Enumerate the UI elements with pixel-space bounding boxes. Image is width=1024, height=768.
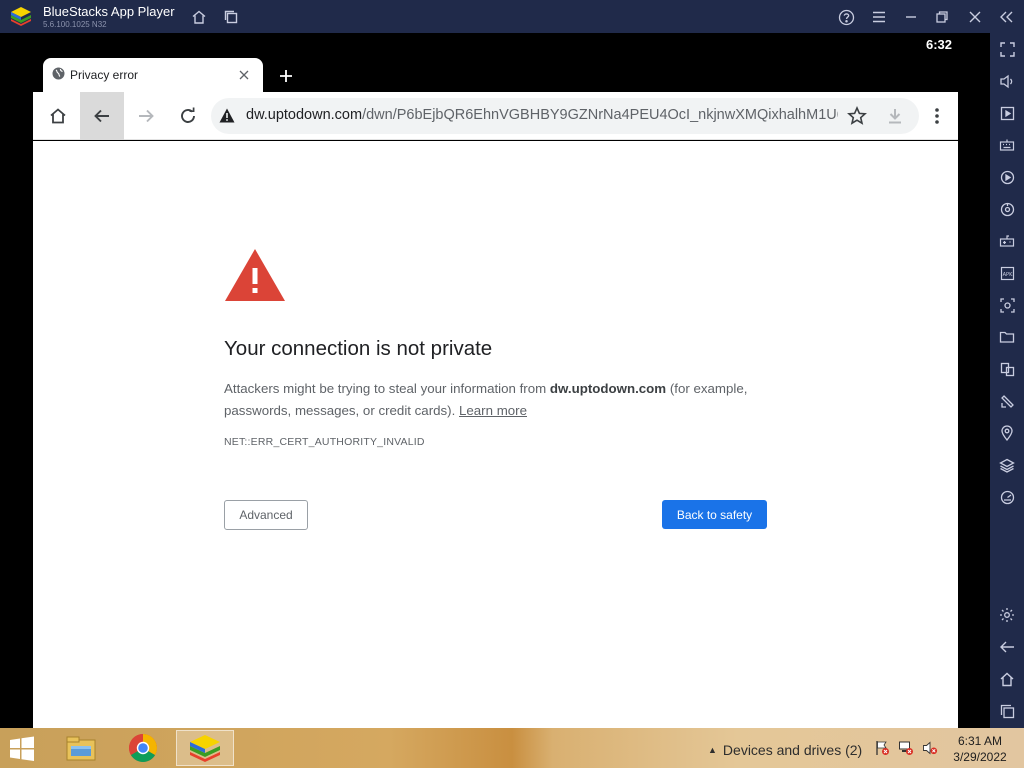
home-button[interactable] (36, 92, 80, 140)
back-icon[interactable] (997, 637, 1017, 657)
action-center-flag-icon[interactable] (874, 740, 890, 756)
volume-muted-icon[interactable] (922, 740, 938, 756)
new-tab-icon[interactable] (275, 65, 297, 87)
system-time: 6:31 AM (957, 734, 1003, 748)
error-heading: Your connection is not private (224, 337, 493, 360)
message-host: dw.uptodown.com (549, 381, 667, 396)
apk-icon[interactable]: APK (997, 263, 1017, 283)
reload-button[interactable] (166, 92, 210, 140)
file-explorer-icon[interactable] (52, 730, 110, 766)
bookmark-star-icon[interactable] (847, 106, 867, 126)
help-icon[interactable] (835, 6, 857, 28)
error-message: Attackers might be trying to steal your … (224, 378, 769, 422)
app-version: 5.6.100.1025 N32 (43, 20, 107, 29)
tab-privacy-error[interactable]: Privacy error (43, 58, 263, 92)
gamepad-icon[interactable] (997, 231, 1017, 251)
minimize-icon[interactable] (900, 6, 922, 28)
close-icon[interactable] (964, 6, 986, 28)
macro-icon[interactable] (997, 167, 1017, 187)
globe-icon (52, 67, 65, 85)
eco-mode-icon[interactable] (997, 487, 1017, 507)
expand-arrow-icon: ▲ (708, 745, 717, 755)
tab-title: Privacy error (70, 68, 139, 82)
message-prefix: Attackers might be trying to steal your … (224, 381, 550, 396)
app-title: BlueStacks App Player (43, 4, 175, 19)
system-clock[interactable]: 6:31 AM 3/29/2022 (950, 733, 1010, 765)
fullscreen-icon[interactable] (997, 39, 1017, 59)
screenshot-icon[interactable] (997, 295, 1017, 315)
bluestacks-logo-icon (10, 6, 32, 26)
interstitial-page: Your connection is not private Attackers… (33, 141, 958, 728)
windows-taskbar: ▲ Devices and drives (2) 6:31 AM 3/29/202… (0, 728, 1024, 768)
svg-text:APK: APK (1002, 272, 1012, 278)
folder-icon[interactable] (997, 327, 1017, 347)
warning-triangle-icon (224, 248, 286, 307)
devices-label: Devices and drives (2) (722, 742, 863, 758)
url-text[interactable]: dw.uptodown.com/dwn/P6bEjbQR6EhnVGBHBY9G… (246, 107, 838, 123)
not-secure-warning-icon[interactable] (219, 108, 235, 128)
recents-icon[interactable] (997, 701, 1017, 721)
home-icon[interactable] (997, 669, 1017, 689)
learn-more-link[interactable]: Learn more (459, 403, 527, 418)
keyboard-icon[interactable] (997, 135, 1017, 155)
devices-and-drives-toolbar[interactable]: ▲ Devices and drives (2) (708, 742, 862, 758)
menu-icon[interactable] (868, 6, 890, 28)
android-clock: 6:32 (926, 37, 953, 52)
system-date: 3/29/2022 (953, 750, 1007, 764)
back-button[interactable] (80, 92, 124, 140)
more-menu-icon[interactable] (927, 104, 947, 128)
volume-icon[interactable] (997, 71, 1017, 91)
location-icon[interactable] (997, 423, 1017, 443)
network-icon[interactable] (898, 740, 914, 756)
url-path: /dwn/P6bEjbQR6EhnVGBHBY9GZNrNa4PEU4OcI_n… (362, 107, 838, 123)
download-icon[interactable] (885, 106, 905, 126)
settings-icon[interactable] (997, 605, 1017, 625)
windows-start-icon[interactable] (8, 736, 40, 762)
screen-record-icon[interactable] (997, 103, 1017, 123)
url-host: dw.uptodown.com (246, 107, 363, 123)
browser-toolbar: dw.uptodown.com/dwn/P6bEjbQR6EhnVGBHBY9G… (33, 92, 958, 140)
forward-button[interactable] (124, 92, 168, 140)
multi-instance-icon[interactable] (997, 359, 1017, 379)
address-bar[interactable]: dw.uptodown.com/dwn/P6bEjbQR6EhnVGBHBY9G… (211, 98, 919, 134)
layers-icon[interactable] (997, 455, 1017, 475)
rotate-icon[interactable] (997, 391, 1017, 411)
chrome-icon[interactable] (114, 730, 172, 766)
advanced-button[interactable]: Advanced (224, 500, 308, 530)
bluestacks-titlebar: BlueStacks App Player 5.6.100.1025 N32 (0, 0, 1024, 33)
collapse-sidebar-icon[interactable] (995, 6, 1017, 28)
home-icon[interactable] (188, 6, 210, 28)
bluestacks-sidebar: APK (990, 33, 1024, 728)
multi-instance-icon[interactable] (220, 6, 242, 28)
error-code: NET::ERR_CERT_AUTHORITY_INVALID (224, 436, 425, 448)
bluestacks-taskbar-icon[interactable] (176, 730, 234, 766)
back-to-safety-button[interactable]: Back to safety (662, 500, 767, 529)
restore-icon[interactable] (931, 6, 953, 28)
sync-icon[interactable] (997, 199, 1017, 219)
tab-close-icon[interactable] (235, 66, 253, 84)
